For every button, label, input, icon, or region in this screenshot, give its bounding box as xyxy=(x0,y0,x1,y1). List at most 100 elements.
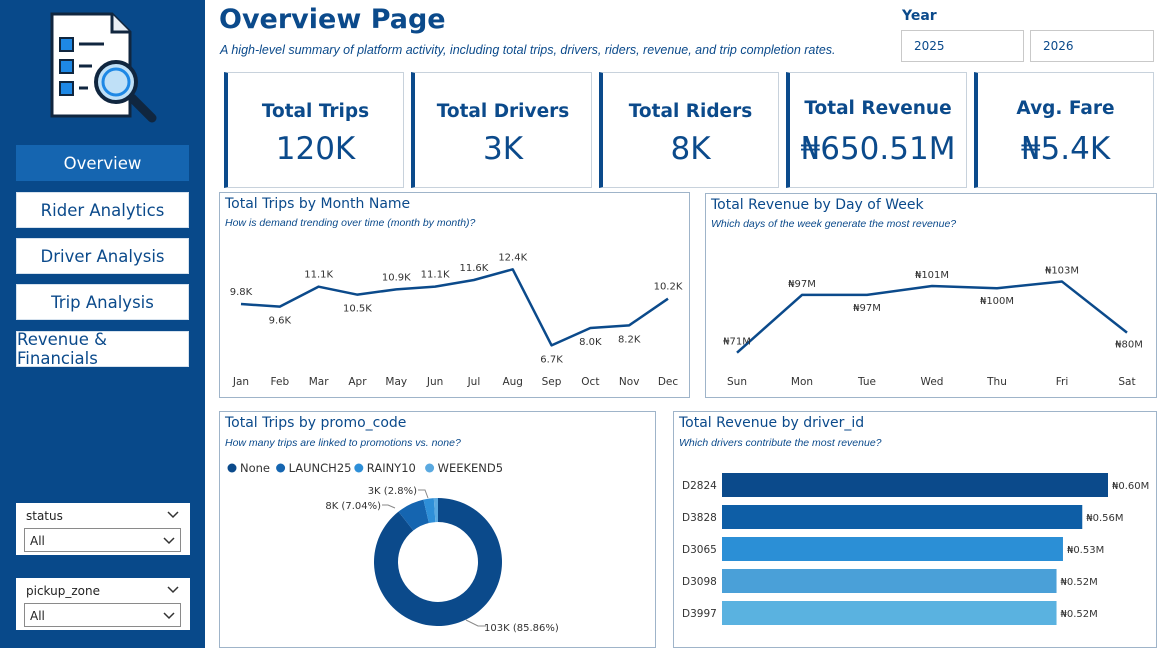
x-tick-label: Sep xyxy=(542,376,562,388)
status-slicer-label: status xyxy=(26,509,63,523)
legend-marker xyxy=(276,463,286,473)
year-option-2025[interactable]: 2025 xyxy=(901,30,1024,62)
data-label: ₦100M xyxy=(980,296,1014,307)
pickup-zone-dropdown-value: All xyxy=(30,609,45,623)
data-label: ₦101M xyxy=(915,270,949,281)
x-tick-label: Jan xyxy=(232,376,249,388)
x-tick-label: Sat xyxy=(1118,376,1135,388)
chevron-down-icon xyxy=(163,537,175,545)
year-slicer-label: Year xyxy=(902,8,937,24)
legend-label: None xyxy=(240,461,270,475)
bar xyxy=(722,537,1063,561)
legend-label: LAUNCH25 xyxy=(289,461,352,475)
nav-driver-analysis[interactable]: Driver Analysis xyxy=(16,238,189,274)
x-tick-label: Sun xyxy=(727,376,747,388)
legend-marker xyxy=(354,463,364,473)
data-label: ₦0.60M xyxy=(1112,481,1149,492)
x-tick-label: Fri xyxy=(1056,376,1069,388)
leader-line xyxy=(465,619,486,627)
trips-series-line xyxy=(240,268,669,347)
kpi-value: 3K xyxy=(482,131,524,167)
kpi-value: ₦5.4K xyxy=(1020,131,1111,167)
category-label: D2824 xyxy=(682,480,717,492)
page-subtitle: A high-level summary of platform activit… xyxy=(220,43,836,57)
kpi-total-drivers: Total Drivers 3K xyxy=(411,72,592,188)
x-tick-label: Nov xyxy=(619,376,640,388)
nav-trip-analysis[interactable]: Trip Analysis xyxy=(16,284,189,320)
data-label: ₦103M xyxy=(1045,266,1079,277)
data-label: 11.1K xyxy=(421,270,450,281)
revenue-by-driver-chart: D2824 ₦0.60M D3828 ₦0.56M D3065 ₦0.53M D3098 ₦0… xyxy=(682,473,1149,625)
category-label: D3065 xyxy=(682,544,717,556)
leader-line xyxy=(418,489,429,499)
data-label: ₦0.52M xyxy=(1061,609,1098,620)
x-tick-label: Jun xyxy=(426,376,443,388)
x-tick-label: Wed xyxy=(921,376,944,388)
data-label: 10.2K xyxy=(654,282,683,293)
pickup-zone-slicer-label: pickup_zone xyxy=(26,584,100,598)
data-label: 11.6K xyxy=(459,263,488,274)
data-label: 10.5K xyxy=(343,304,372,315)
x-tick-label: Aug xyxy=(502,376,523,388)
data-label: ₦97M xyxy=(853,303,881,314)
kpi-label: Total Drivers xyxy=(436,101,570,122)
nav-rider-analytics[interactable]: Rider Analytics xyxy=(16,192,189,228)
kpi-total-revenue: Total Revenue ₦650.51M xyxy=(786,72,967,188)
data-label: 9.8K xyxy=(230,287,253,298)
x-tick-label: May xyxy=(385,376,407,388)
status-dropdown[interactable]: All xyxy=(24,528,181,552)
legend-marker xyxy=(227,463,237,473)
kpi-label: Total Revenue xyxy=(804,98,952,119)
bar xyxy=(722,505,1083,529)
page-title: Overview Page xyxy=(219,4,446,35)
bar xyxy=(722,569,1057,593)
nav-revenue-financials[interactable]: Revenue & Financials xyxy=(16,330,189,368)
kpi-label: Total Trips xyxy=(261,101,370,122)
data-label: ₦97M xyxy=(788,279,816,290)
data-label: 3K (2.8%) xyxy=(368,486,417,497)
year-option-2026[interactable]: 2026 xyxy=(1030,30,1154,62)
trips-by-promo-panel: Total Trips by promo_code How many trips… xyxy=(219,411,656,648)
chevron-down-icon[interactable] xyxy=(166,507,180,521)
status-dropdown-value: All xyxy=(30,534,45,548)
legend-marker xyxy=(425,463,435,473)
pickup-zone-dropdown[interactable]: All xyxy=(24,603,181,627)
leader-line xyxy=(382,504,396,509)
data-label: 103K (85.86%) xyxy=(484,623,559,634)
x-tick-label: Thu xyxy=(986,376,1007,388)
kpi-value: ₦650.51M xyxy=(800,131,956,167)
category-label: D3997 xyxy=(682,608,717,620)
chevron-down-icon[interactable] xyxy=(166,582,180,596)
data-label: ₦71M xyxy=(723,337,751,348)
revenue-series-line xyxy=(736,280,1128,354)
pickup-zone-slicer: pickup_zone All xyxy=(16,578,190,630)
revenue-by-driver-panel: Total Revenue by driver_id Which drivers… xyxy=(673,411,1157,648)
trips-by-month-chart: 9.8K Jan 9.6K Feb 11.1K Mar 10.5K Apr 10.9K May 11… xyxy=(230,252,683,388)
data-label: ₦0.52M xyxy=(1061,577,1098,588)
x-tick-label: Apr xyxy=(348,376,367,388)
kpi-label: Total Riders xyxy=(628,101,753,122)
category-label: D3098 xyxy=(682,576,717,588)
trips-by-promo-chart: None LAUNCH25 RAINY10 WEEKEND5 103K (85.86%)… xyxy=(227,461,559,634)
data-label: 9.6K xyxy=(269,316,292,327)
x-tick-label: Mon xyxy=(791,376,813,388)
kpi-total-riders: Total Riders 8K xyxy=(599,72,779,188)
data-label: ₦80M xyxy=(1115,340,1143,351)
bar xyxy=(722,601,1057,625)
data-label: 10.9K xyxy=(382,272,411,283)
data-label: 8.0K xyxy=(579,337,602,348)
bar xyxy=(722,473,1108,497)
revenue-by-dow-chart: ₦71M Sun ₦97M Mon ₦97M Tue ₦101M Wed ₦100M Thu ₦10… xyxy=(723,266,1143,388)
revenue-by-dow-panel: Total Revenue by Day of Week Which days … xyxy=(705,193,1157,398)
x-tick-label: Oct xyxy=(581,376,599,388)
kpi-avg-fare: Avg. Fare ₦5.4K xyxy=(974,72,1154,188)
x-tick-label: Tue xyxy=(857,376,876,388)
legend-label: RAINY10 xyxy=(367,461,416,475)
x-tick-label: Mar xyxy=(309,376,329,388)
kpi-value: 8K xyxy=(670,131,711,167)
data-label: ₦0.56M xyxy=(1086,513,1123,524)
nav-overview[interactable]: Overview xyxy=(16,145,189,181)
x-tick-label: Jul xyxy=(467,376,481,388)
data-label: 11.1K xyxy=(304,270,333,281)
data-label: ₦0.53M xyxy=(1067,545,1104,556)
